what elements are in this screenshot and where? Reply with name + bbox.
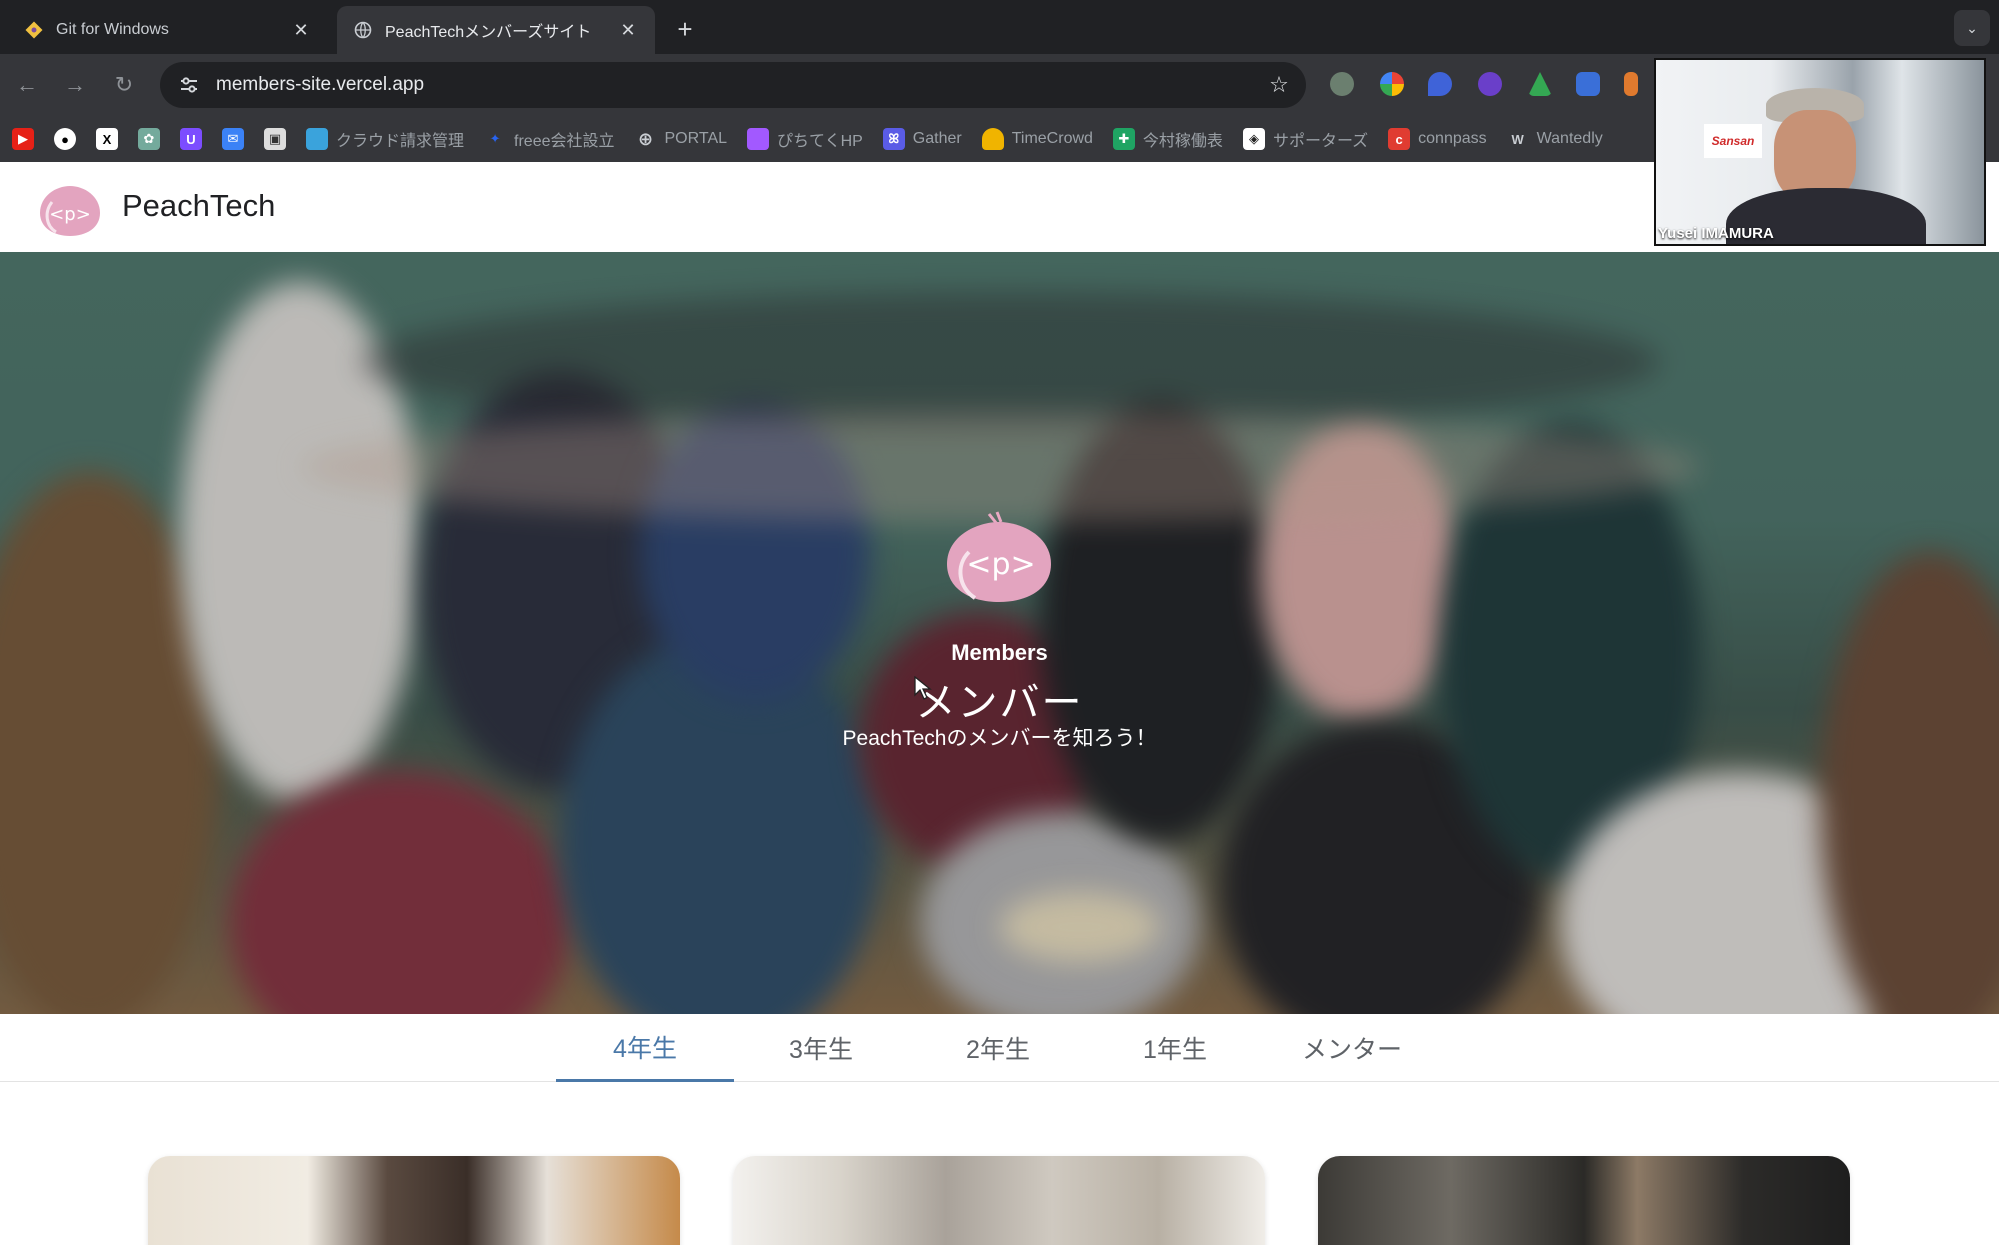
bookmark-pichiteku[interactable]: ぴちてくHP [747,127,863,151]
bookmark-label: TimeCrowd [1011,130,1093,147]
bookmark-label: サポーターズ [1272,133,1369,150]
member-photo [1318,1156,1850,1245]
extension-blue-icon[interactable] [1576,72,1600,96]
invoice-icon [306,128,328,150]
tab-1st-year[interactable]: 1年生 [1086,1014,1264,1082]
site-settings-icon[interactable] [176,72,202,98]
video-call-overlay[interactable]: Sansan Yusei IMAMURA [1654,58,1986,246]
extension-icon[interactable] [1330,72,1354,96]
connpass-icon: c [1388,128,1411,150]
sheets-icon: ✚ [1112,128,1135,150]
bookmark-label: 今村稼働表 [1142,133,1223,150]
gather-icon: ꕤ [882,128,905,150]
member-card[interactable] [148,1156,680,1245]
peach-logo-icon[interactable]: <p> [36,180,104,238]
chatgpt-icon: ✿ [138,128,160,150]
extension-badge-icon[interactable] [1478,72,1502,96]
figma-icon [747,128,770,150]
logo-text: <p> [966,547,1035,582]
bookmark-label: PORTAL [664,130,728,147]
mouse-cursor-icon [914,676,932,700]
bookmark-label: Wantedly [1536,130,1603,147]
page-title: メンバー [915,681,1084,725]
url-text: members-site.vercel.app [216,74,425,95]
forward-button[interactable]: → [58,68,92,102]
close-icon[interactable]: ✕ [617,19,639,41]
github-icon: ● [54,128,76,150]
tab-4th-year[interactable]: 4年生 [556,1014,734,1082]
arrow-left-icon: ← [16,72,38,97]
extension-pin-icon[interactable] [1428,72,1452,96]
bookmark-x[interactable]: X [96,128,118,150]
bookmark-label: connpass [1418,130,1487,147]
hero-overlay [0,252,1999,1014]
hero-eyebrow: Members [951,640,1048,665]
mail-icon: ✉ [222,128,244,150]
wantedly-icon: W [1511,131,1524,147]
tab-title: PeachTechメンバーズサイト [385,24,592,41]
youtube-icon: ▶ [12,128,34,150]
x-icon: X [96,128,118,150]
tab-3rd-year[interactable]: 3年生 [732,1014,910,1082]
bookmark-github[interactable]: ● [54,128,76,150]
site-name[interactable]: PeachTech [122,188,275,224]
timecrowd-icon [981,128,1004,150]
bookmark-extension[interactable]: U [180,128,202,150]
freee-icon: ✦ [489,131,501,146]
logo-text: <p> [49,204,91,225]
browser-tab-git[interactable]: Git for Windows ✕ [8,6,328,54]
peach-logo-icon: <p> [947,511,1051,602]
tab-mentor[interactable]: メンター [1263,1014,1441,1082]
member-photo [733,1156,1265,1245]
bookmark-schedule[interactable]: ✚ 今村稼働表 [1112,127,1223,151]
bookmark-portal[interactable]: ⊕ PORTAL [635,128,728,150]
back-button[interactable]: ← [10,68,44,102]
extension-color-icon[interactable] [1380,72,1404,96]
participant-name: Yusei IMAMURA [1658,225,1774,242]
address-bar[interactable]: members-site.vercel.app ☆ [160,62,1306,108]
globe-icon [353,20,373,40]
member-photo [148,1156,680,1245]
globe-icon: ⊕ [637,128,654,149]
bookmark-wantedly[interactable]: W Wantedly [1507,128,1603,150]
reload-icon: ↻ [114,72,134,97]
bookmark-label: ぴちてくHP [777,133,863,150]
image-icon: ▣ [264,128,286,150]
bookmark-invoice[interactable]: クラウド請求管理 [306,127,464,151]
star-icon[interactable]: ☆ [1266,72,1292,98]
arrow-right-icon: → [64,72,86,97]
extension-purple-icon: U [180,128,202,150]
member-card[interactable] [1318,1156,1850,1245]
page-viewport: <p> PeachTech <p> Members メンバー PeachTech… [0,162,1999,1245]
extension-orange-icon[interactable] [1624,72,1638,96]
bookmark-label: freee会社設立 [514,133,615,150]
bookmark-youtube[interactable]: ▶ [12,128,34,150]
wall-sign: Sansan [1704,124,1762,158]
bookmark-label: クラウド請求管理 [336,133,465,150]
grade-tab-bar: 4年生 3年生 2年生 1年生 メンター [0,1014,1999,1082]
bookmark-image[interactable]: ▣ [264,128,286,150]
tab-2nd-year[interactable]: 2年生 [909,1014,1087,1082]
bookmark-chatgpt[interactable]: ✿ [138,128,160,150]
bookmark-connpass[interactable]: c connpass [1388,128,1487,150]
bookmark-mail[interactable]: ✉ [222,128,244,150]
bookmark-freee[interactable]: ✦ freee会社設立 [484,127,615,151]
bookmark-timecrowd[interactable]: TimeCrowd [981,128,1093,150]
reload-button[interactable]: ↻ [107,68,141,102]
tab-title: Git for Windows [56,21,169,38]
browser-tab-strip: Git for Windows ✕ PeachTechメンバーズサイト ✕ + … [0,0,1999,54]
bookmark-label: Gather [912,130,962,147]
bookmark-gather[interactable]: ꕤ Gather [882,128,962,150]
tab-search-button[interactable]: ⌄ [1954,10,1990,46]
supporters-icon: ◈ [1242,128,1265,150]
git-icon [24,20,44,40]
browser-tab-peachtech[interactable]: PeachTechメンバーズサイト ✕ [337,6,655,54]
bookmark-supporters[interactable]: ◈ サポーターズ [1242,127,1369,151]
new-tab-button[interactable]: + [668,12,702,46]
hero-banner: <p> Members メンバー PeachTechのメンバーを知ろう！ [0,252,1999,1014]
hero-subtitle: PeachTechのメンバーを知ろう！ [842,727,1157,750]
chevron-down-icon: ⌄ [1966,19,1978,36]
member-card[interactable] [733,1156,1265,1245]
close-icon[interactable]: ✕ [290,19,312,41]
